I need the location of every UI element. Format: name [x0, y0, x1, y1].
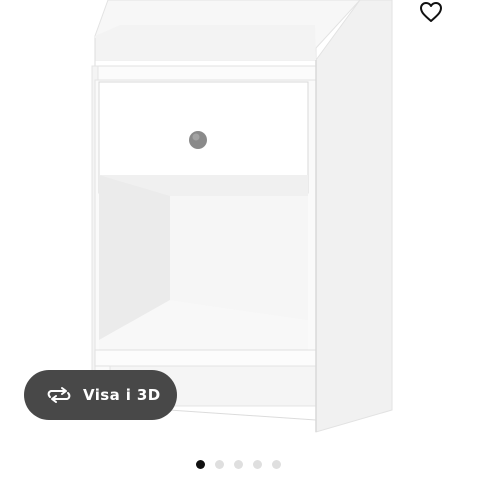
carousel-dot-2[interactable]	[215, 459, 224, 469]
view-in-3d-label: Visa i 3D	[83, 386, 161, 404]
heart-outline-icon	[419, 1, 443, 27]
product-gallery: Visa i 3D	[0, 0, 480, 480]
drawer-knob	[189, 131, 207, 149]
carousel-dot-5[interactable]	[272, 459, 281, 469]
carousel-dot-1[interactable]	[196, 459, 205, 469]
carousel-dot-4[interactable]	[253, 459, 262, 469]
rotate-arrows-icon	[46, 385, 72, 405]
carousel-dot-3[interactable]	[234, 459, 243, 469]
view-in-3d-button[interactable]: Visa i 3D	[24, 370, 177, 420]
carousel-pagination	[196, 459, 281, 469]
favorite-button[interactable]	[416, 0, 446, 28]
